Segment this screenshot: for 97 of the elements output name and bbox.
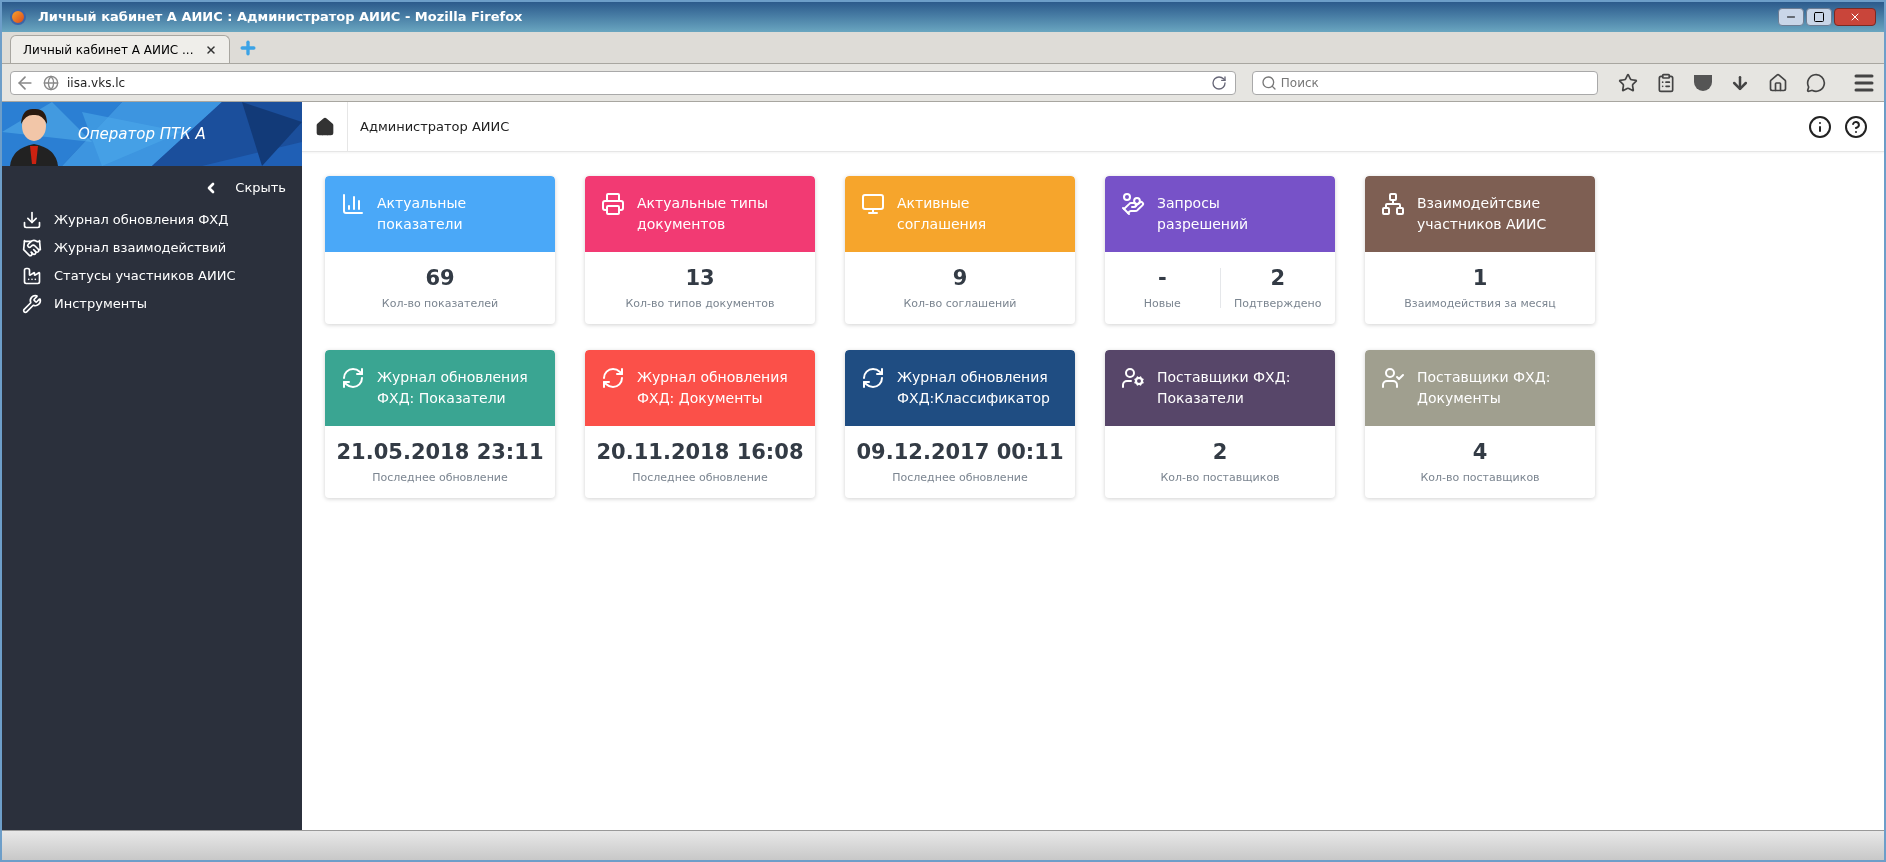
stat-card[interactable]: Журнал обновления ФХД:Классификатор 09.12.2017 00:11 Последнее обновление [845, 350, 1075, 498]
hand-coins-icon [1121, 192, 1145, 216]
factory-icon [22, 265, 42, 286]
stat-card[interactable]: Активные соглашения 9 Кол-во соглашений [845, 176, 1075, 324]
monitor-icon [861, 192, 885, 216]
card-title: ФХД: Показатели [377, 388, 507, 408]
browser-logo-icon [10, 9, 26, 25]
user-name: Оператор ПТК А [78, 123, 206, 145]
stat-value: 20.11.2018 16:08 [596, 438, 804, 466]
clipboard-icon[interactable] [1656, 72, 1676, 93]
chat-icon[interactable] [1806, 72, 1826, 93]
stat-value: 1 [1472, 264, 1488, 292]
stat-value: 9 [952, 264, 968, 292]
stat-caption: Кол-во показателей [381, 295, 499, 312]
refresh-icon [861, 366, 885, 390]
refresh-icon [341, 366, 365, 390]
card-title: ФХД:Классификатор [897, 388, 1050, 408]
card-title: Актуальные [377, 193, 467, 213]
close-icon[interactable] [205, 43, 217, 56]
stat-caption: Новые [1143, 295, 1181, 312]
stat-value: - [1157, 264, 1167, 292]
info-icon[interactable] [1808, 114, 1832, 139]
sidebar-item[interactable]: Инструменты [2, 289, 302, 318]
sidebar-item[interactable]: Журнал взаимодействий [2, 233, 302, 262]
stat-caption: Кол-во соглашений [903, 295, 1017, 312]
browser-tab[interactable]: Личный кабинет А АИИС ... [10, 35, 230, 63]
stat-value: 4 [1472, 438, 1488, 466]
stat-caption: Кол-во поставщиков [1420, 469, 1540, 486]
stat-caption: Взаимодействия за месяц [1404, 295, 1556, 312]
card-title: документов [637, 214, 727, 234]
stat-caption: Последнее обновление [372, 469, 508, 486]
stat-value: 2 [1212, 438, 1228, 466]
card-title: Поставщики ФХД: [1157, 367, 1291, 387]
printer-icon [601, 192, 625, 216]
card-title: Журнал обновления [377, 367, 528, 387]
maximize-button[interactable] [1806, 8, 1832, 26]
stat-card[interactable]: Взаимодейтсвие участников АИИС 1 Взаимодействия за месяц [1365, 176, 1595, 324]
bookmark-star-icon[interactable] [1618, 72, 1638, 93]
card-title: Взаимодейтсвие [1417, 193, 1542, 213]
globe-icon [43, 74, 59, 91]
user-icon [1381, 366, 1405, 390]
stat-caption: Последнее обновление [632, 469, 768, 486]
stat-card[interactable]: Запросы разрешений - Новые 2 Подтверждено [1105, 176, 1335, 324]
card-title: Журнал обновления [897, 367, 1049, 387]
stat-card[interactable]: Журнал обновления ФХД: Документы 20.11.2018 16:08 Последнее обновление [585, 350, 815, 498]
sidebar-item[interactable]: Журнал обновления ФХД [2, 205, 302, 234]
card-title: Показатели [1157, 388, 1245, 408]
stat-value: 09.12.2017 00:11 [856, 438, 1064, 466]
card-title: Актуальные типы [637, 193, 768, 213]
card-title: участников АИИС [1417, 214, 1547, 234]
page-title: Администратор АИИС [360, 117, 510, 136]
stat-card[interactable]: Актуальные типы документов 13 Кол-во типов документов [585, 176, 815, 324]
stat-value: 21.05.2018 23:11 [336, 438, 544, 466]
sidebar-item[interactable]: Статусы участников АИИС [2, 261, 302, 290]
card-title: Документы [1417, 388, 1502, 408]
minimize-button[interactable] [1778, 8, 1804, 26]
card-title: ФХД: Документы [637, 388, 764, 408]
stat-value: 13 [685, 264, 715, 292]
network-icon [1381, 192, 1405, 216]
maximize-icon [1813, 11, 1825, 23]
stat-caption: Последнее обновление [892, 469, 1028, 486]
close-icon [1849, 11, 1861, 23]
tab-title: Личный кабинет А АИИС ... [23, 41, 194, 59]
user-icon [1121, 366, 1145, 390]
search-field[interactable]: Поиск [1251, 70, 1598, 95]
window-title: Личный кабинет А АИИС : Администратор АИИС - Mozilla Firefox [38, 8, 523, 27]
home-icon[interactable] [314, 116, 335, 137]
stat-card[interactable]: Журнал обновления ФХД: Показатели 21.05.2018 23:11 Последнее обновление [325, 350, 555, 498]
card-title: Активные [897, 193, 971, 213]
download-icon [22, 209, 42, 230]
stat-caption: Кол-во типов документов [625, 295, 775, 312]
hide-sidebar-button[interactable]: Скрыть [203, 178, 286, 198]
card-title: показатели [377, 214, 464, 234]
card-title: Запросы [1157, 193, 1221, 213]
stat-card[interactable]: Поставщики ФХД: Показатели 2 Кол-во поставщиков [1105, 350, 1335, 498]
wrench-icon [22, 293, 42, 314]
address-field[interactable]: iisa.vks.lc [10, 70, 1236, 95]
url-text: iisa.vks.lc [67, 74, 126, 92]
card-title: разрешений [1157, 214, 1249, 234]
search-icon [1260, 74, 1277, 91]
card-title: соглашения [897, 214, 987, 234]
search-placeholder: Поиск [1280, 74, 1319, 92]
stat-card[interactable]: Поставщики ФХД: Документы 4 Кол-во поставщиков [1365, 350, 1595, 498]
refresh-icon [601, 366, 625, 390]
handshake-icon [22, 237, 42, 258]
card-title: Журнал обновления [637, 367, 788, 387]
home-icon[interactable] [1768, 72, 1788, 93]
stat-card[interactable]: Актуальные показатели 69 Кол-во показателей [325, 176, 555, 324]
help-icon[interactable] [1844, 114, 1868, 139]
stat-caption: Подтверждено [1234, 295, 1322, 312]
stat-value: 69 [425, 264, 455, 292]
card-title: Поставщики ФХД: [1417, 367, 1551, 387]
reload-icon[interactable] [1210, 74, 1227, 91]
stat-value: 2 [1270, 264, 1286, 292]
bar-chart-icon [341, 192, 365, 216]
horizontal-scrollbar[interactable] [2, 830, 1884, 860]
stat-caption: Кол-во поставщиков [1160, 469, 1280, 486]
